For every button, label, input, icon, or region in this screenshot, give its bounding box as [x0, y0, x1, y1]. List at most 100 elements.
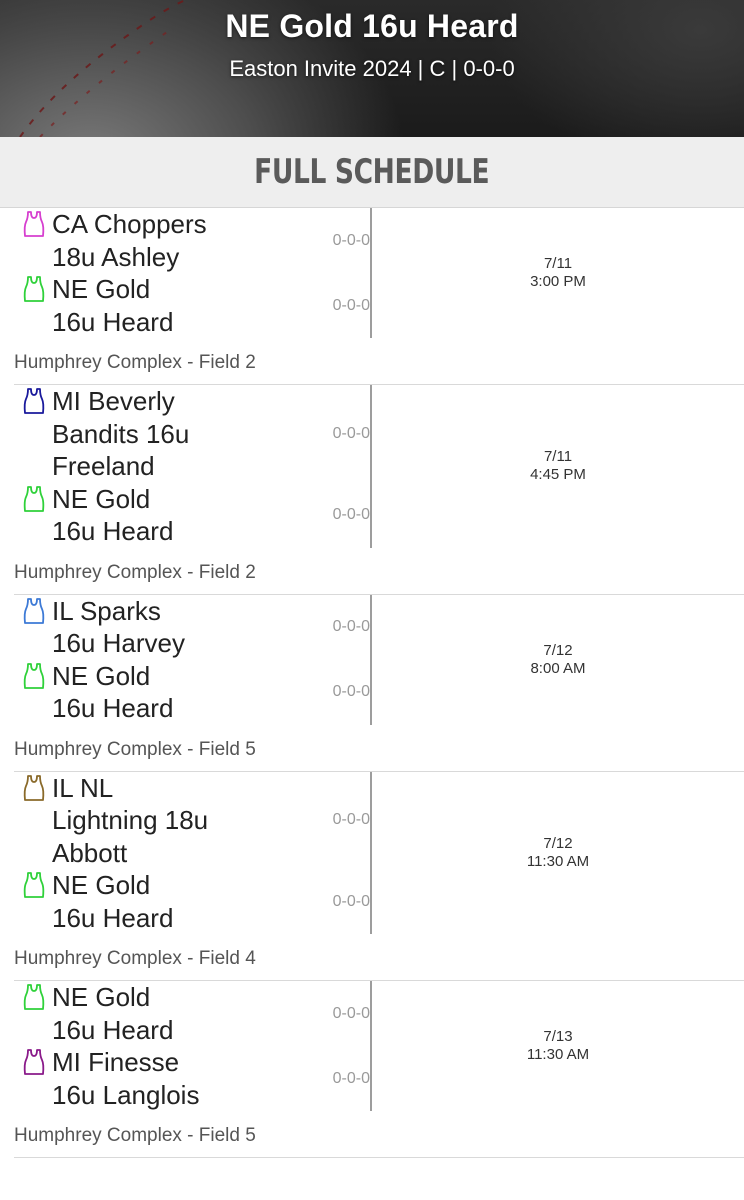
team-record: 0-0-0 [332, 1004, 370, 1022]
team-banner: NE Gold 16u Heard Easton Invite 2024 | C… [0, 0, 744, 137]
page-title: NE Gold 16u Heard [225, 8, 519, 44]
team-row[interactable]: NE Gold 16u Heard 0-0-0 [22, 660, 370, 725]
team-name[interactable]: NE Gold 16u Heard [52, 660, 292, 725]
team-info: NE Gold 16u Heard [22, 660, 292, 725]
game-date: 7/11 [543, 448, 573, 466]
team-row[interactable]: IL NL Lightning 18u Abbott 0-0-0 [22, 772, 370, 870]
team-name-line: 16u Heard [52, 306, 174, 337]
team-name[interactable]: IL NL Lightning 18u Abbott [52, 772, 292, 870]
team-name-line: 16u Heard [52, 693, 174, 723]
game-card[interactable]: IL Sparks 16u Harvey 0-0-0 NE Gold 16u Heard… [14, 594, 744, 772]
game-datetime: 7/12 11:30 AM [372, 772, 744, 935]
team-name[interactable]: NE Gold 16u Heard [52, 981, 292, 1046]
team-name[interactable]: NE Gold 16u Heard [52, 869, 292, 934]
team-info: IL Sparks 16u Harvey [22, 595, 292, 660]
team-record: 0-0-0 [332, 506, 370, 523]
jersey-icon [23, 388, 45, 414]
team-record: 0-0-0 [332, 231, 370, 249]
game-date: 7/12 [543, 834, 573, 852]
team-name-line: 16u Heard [52, 902, 174, 933]
team-name-line: Bandits 16u [52, 418, 190, 449]
game-location[interactable]: Humphrey Complex - Field 2 [14, 548, 744, 594]
game-datetime: 7/11 4:45 PM [372, 385, 744, 548]
game-body: IL Sparks 16u Harvey 0-0-0 NE Gold 16u Heard… [14, 594, 744, 725]
team-name-line: MI Finesse [52, 1047, 180, 1077]
game-card[interactable]: NE Gold 16u Heard 0-0-0 MI Finesse 16u Langl… [14, 981, 744, 1158]
team-name-line: 16u Heard [52, 516, 174, 546]
game-time: 4:45 PM [530, 466, 586, 484]
game-body: NE Gold 16u Heard 0-0-0 MI Finesse 16u Langl… [14, 981, 744, 1111]
team-record: 0-0-0 [332, 424, 370, 442]
game-date: 7/11 [543, 255, 573, 272]
team-row[interactable]: MI Beverly Bandits 16u Freeland 0-0-0 [22, 385, 370, 483]
team-row[interactable]: MI Finesse 16u Langlois 0-0-0 [22, 1046, 370, 1111]
team-name-line: NE Gold [52, 483, 151, 514]
game-time: 8:00 AM [530, 659, 586, 677]
jersey-icon [23, 597, 45, 624]
team-name[interactable]: NE Gold 16u Heard [52, 273, 292, 338]
game-location[interactable]: Humphrey Complex - Field 4 [14, 934, 744, 980]
team-row[interactable]: NE Gold 16u Heard 0-0-0 [22, 869, 370, 934]
game-teams: IL NL Lightning 18u Abbott 0-0-0 NE Gold 16u … [14, 772, 370, 935]
team-record: 0-0-0 [332, 683, 370, 700]
jersey-icon [23, 211, 45, 237]
team-name-line: Lightning 18u [52, 805, 209, 835]
jersey-icon [23, 662, 45, 689]
team-name[interactable]: MI Finesse 16u Langlois [52, 1046, 292, 1111]
game-card[interactable]: CA Choppers 18u Ashley 0-0-0 NE Gold 16u Hea… [14, 208, 744, 385]
team-info: CA Choppers 18u Ashley [22, 208, 292, 273]
game-card[interactable]: MI Beverly Bandits 16u Freeland 0-0-0 NE Gol… [14, 385, 744, 595]
game-date: 7/12 [543, 641, 573, 659]
game-body: CA Choppers 18u Ashley 0-0-0 NE Gold 16u Hea… [14, 208, 744, 338]
game-date: 7/13 [543, 1028, 573, 1045]
team-name-line: 18u Ashley [52, 241, 180, 272]
jersey-icon [23, 276, 45, 302]
team-name[interactable]: MI Beverly Bandits 16u Freeland [52, 385, 292, 483]
team-name-line: Abbott [52, 837, 128, 868]
team-name[interactable]: IL Sparks 16u Harvey [52, 595, 292, 660]
team-record: 0-0-0 [332, 618, 370, 635]
team-name[interactable]: CA Choppers 18u Ashley [52, 208, 292, 273]
team-name-line: 16u Heard [52, 1014, 174, 1045]
team-row[interactable]: NE Gold 16u Heard 0-0-0 [22, 981, 370, 1046]
team-record: 0-0-0 [332, 892, 370, 910]
team-info: NE Gold 16u Heard [22, 869, 292, 934]
team-name-line: 16u Langlois [52, 1079, 200, 1110]
game-body: MI Beverly Bandits 16u Freeland 0-0-0 NE Gol… [14, 385, 744, 548]
team-row[interactable]: NE Gold 16u Heard 0-0-0 [22, 273, 370, 338]
team-name-line: IL Sparks [52, 595, 161, 626]
game-teams: IL Sparks 16u Harvey 0-0-0 NE Gold 16u Heard… [14, 595, 370, 725]
team-name-line: CA Choppers [52, 209, 207, 239]
game-datetime: 7/11 3:00 PM [372, 208, 744, 338]
team-row[interactable]: IL Sparks 16u Harvey 0-0-0 [22, 595, 370, 660]
team-name[interactable]: NE Gold 16u Heard [52, 483, 292, 548]
game-time: 3:00 PM [530, 273, 586, 290]
section-title: FULL SCHEDULE [254, 152, 490, 192]
game-teams: MI Beverly Bandits 16u Freeland 0-0-0 NE Gol… [14, 385, 370, 548]
jersey-icon [23, 485, 45, 512]
game-location[interactable]: Humphrey Complex - Field 5 [14, 1111, 744, 1157]
team-record: 0-0-0 [332, 1069, 370, 1087]
schedule-list: CA Choppers 18u Ashley 0-0-0 NE Gold 16u Hea… [0, 208, 744, 1158]
section-header: FULL SCHEDULE [0, 137, 744, 208]
team-name-line: Freeland [52, 451, 155, 481]
page-subtitle: Easton Invite 2024 | C | 0-0-0 [229, 56, 515, 81]
game-card[interactable]: IL NL Lightning 18u Abbott 0-0-0 NE Gold 16u … [14, 771, 744, 981]
team-record: 0-0-0 [332, 296, 370, 314]
jersey-icon [23, 1049, 45, 1075]
team-info: MI Finesse 16u Langlois [22, 1046, 292, 1111]
game-datetime: 7/12 8:00 AM [372, 595, 744, 725]
game-location[interactable]: Humphrey Complex - Field 2 [14, 338, 744, 384]
team-row[interactable]: CA Choppers 18u Ashley 0-0-0 [22, 208, 370, 273]
game-time: 11:30 AM [526, 852, 590, 870]
team-info: MI Beverly Bandits 16u Freeland [22, 385, 292, 483]
game-location[interactable]: Humphrey Complex - Field 5 [14, 725, 744, 771]
jersey-icon [23, 872, 45, 898]
game-datetime: 7/13 11:30 AM [372, 981, 744, 1111]
team-name-line: NE Gold [52, 660, 151, 691]
team-record: 0-0-0 [332, 811, 370, 829]
team-info: IL NL Lightning 18u Abbott [22, 772, 292, 870]
team-name-line: NE Gold [52, 982, 151, 1012]
team-name-line: NE Gold [52, 274, 151, 304]
team-row[interactable]: NE Gold 16u Heard 0-0-0 [22, 483, 370, 548]
